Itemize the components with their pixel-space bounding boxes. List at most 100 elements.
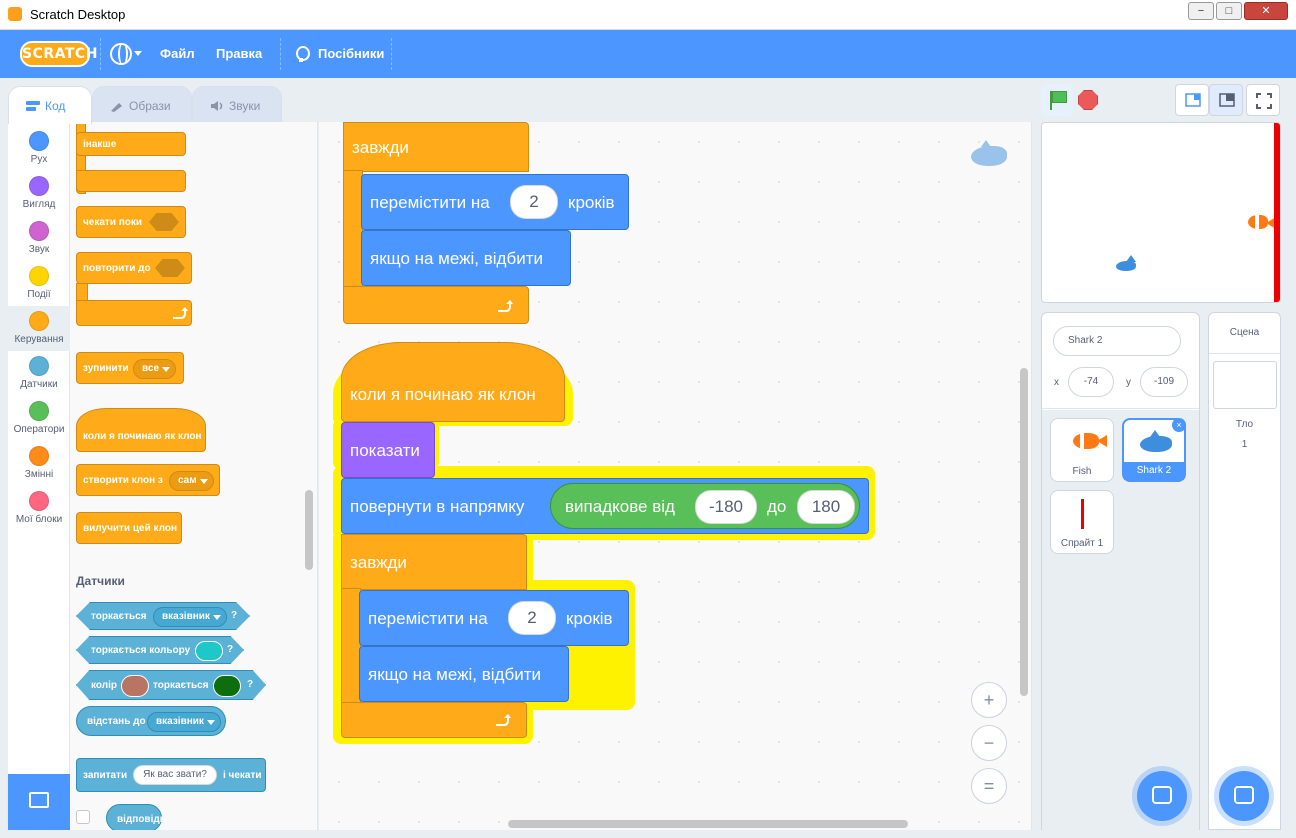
bounce-on-edge-block[interactable]: якщо на межі, відбити — [361, 230, 571, 286]
stage-canvas[interactable] — [1041, 122, 1281, 303]
forever-block-arm[interactable] — [341, 588, 361, 704]
sprite-y-input[interactable]: -109 — [1140, 367, 1188, 397]
random-from-input[interactable]: -180 — [695, 490, 757, 524]
shark-sprite[interactable] — [1116, 255, 1136, 271]
file-menu[interactable]: Файл — [160, 30, 195, 78]
color-touching-color-block[interactable]: колір торкається ? — [76, 670, 266, 700]
bounce-on-edge-block[interactable]: якщо на межі, відбити — [359, 646, 569, 702]
forever-block-top[interactable]: завжди — [341, 534, 527, 590]
choose-sprite-button[interactable] — [1137, 771, 1187, 821]
close-button[interactable]: ✕ — [1244, 2, 1288, 20]
normal-stage-button[interactable] — [1209, 84, 1243, 116]
forever-block-top[interactable]: завжди — [343, 122, 529, 172]
distance-to-label: відстань до — [87, 716, 146, 727]
repeat-until-bottom[interactable] — [76, 300, 192, 326]
scratch-logo[interactable]: SCRATCH — [20, 41, 97, 67]
category-label: Змінні — [24, 469, 54, 480]
show-block[interactable]: показати — [341, 422, 435, 478]
category-item[interactable]: Датчики — [8, 351, 70, 396]
fullscreen-button[interactable] — [1246, 84, 1280, 116]
edit-menu[interactable]: Правка — [216, 30, 262, 78]
category-item[interactable]: Звук — [8, 216, 70, 261]
bounce-label: якщо на межі, відбити — [370, 249, 543, 268]
pick-random-block[interactable]: випадкове від -180 до 180 — [550, 483, 860, 529]
boolean-slot[interactable] — [149, 213, 179, 231]
sprite-name-input[interactable]: Shark 2 — [1053, 326, 1181, 356]
maximize-button[interactable]: □ — [1216, 2, 1242, 20]
delete-clone-label: вилучити цей клон — [83, 523, 177, 534]
green-flag-icon[interactable] — [1041, 84, 1073, 116]
ask-and-wait-block[interactable]: запитати Як вас звати? і чекати — [76, 758, 266, 792]
zoom-reset-button[interactable]: = — [971, 768, 1007, 804]
zoom-out-button[interactable]: − — [971, 725, 1007, 761]
zoom-in-button[interactable]: + — [971, 682, 1007, 718]
stop-block[interactable]: зупинити все — [76, 352, 184, 384]
stage-selector[interactable]: Сцена Тло 1 — [1208, 312, 1281, 830]
clone-option-dropdown[interactable]: сам — [169, 471, 214, 491]
tab-sounds[interactable]: Звуки — [192, 86, 282, 124]
wait-until-block[interactable]: чекати поки — [76, 206, 186, 238]
touching-color-block[interactable]: торкається кольору ? — [76, 636, 244, 664]
touching-block[interactable]: торкається вказівник ? — [76, 602, 250, 630]
category-item[interactable]: Рух — [8, 126, 70, 171]
add-extension-button[interactable] — [8, 774, 70, 830]
category-item[interactable]: Оператори — [8, 396, 70, 441]
point-in-direction-block[interactable]: повернути в напрямку випадкове від -180 … — [341, 478, 869, 534]
delete-sprite-icon[interactable]: × — [1172, 418, 1186, 432]
sprite-x-input[interactable]: -74 — [1068, 367, 1114, 397]
tab-sounds-label: Звуки — [229, 99, 261, 113]
category-item[interactable]: Мої блоки — [8, 486, 70, 531]
steps-label: кроків — [568, 193, 615, 212]
move-steps-input[interactable]: 2 — [508, 601, 556, 635]
speaker-icon — [211, 101, 223, 111]
workspace-horizontal-scrollbar[interactable] — [508, 820, 908, 828]
tab-code[interactable]: Код — [8, 86, 92, 124]
move-steps-block[interactable]: перемістити на 2 кроків — [361, 174, 629, 230]
random-to-input[interactable]: 180 — [797, 490, 855, 524]
stop-icon[interactable] — [1078, 90, 1098, 110]
small-stage-button[interactable] — [1175, 84, 1209, 116]
distance-option-dropdown[interactable]: вказівник — [147, 712, 221, 732]
when-i-start-as-clone-block[interactable]: коли я починаю як клон — [76, 408, 206, 452]
code-workspace[interactable]: завжди перемістити на 2 кроків якщо на м… — [319, 122, 1032, 830]
distance-to-block[interactable]: відстань до вказівник — [76, 706, 226, 736]
fish-sprite[interactable] — [1248, 215, 1276, 231]
touching-option-dropdown[interactable]: вказівник — [153, 607, 227, 627]
category-item[interactable]: Вигляд — [8, 171, 70, 216]
answer-block[interactable]: відповідь — [106, 804, 166, 830]
color-swatch[interactable] — [213, 675, 241, 697]
create-clone-block[interactable]: створити клон з сам — [76, 464, 220, 496]
category-item[interactable]: Змінні — [8, 441, 70, 486]
choose-backdrop-button[interactable] — [1219, 771, 1269, 821]
color-swatch[interactable] — [121, 675, 149, 697]
forever-label: завжди — [352, 138, 409, 157]
tab-costumes[interactable]: Образи — [92, 86, 192, 124]
tutorials-menu[interactable]: Посібники — [318, 30, 384, 78]
move-steps-input[interactable]: 2 — [510, 185, 558, 219]
palette-scrollbar[interactable] — [305, 490, 313, 570]
language-globe-icon[interactable] — [110, 43, 132, 65]
forever-block-bottom[interactable] — [343, 286, 529, 324]
category-item[interactable]: Керування — [8, 306, 70, 351]
delete-clone-block[interactable]: вилучити цей клон — [76, 512, 182, 544]
if-else-block-middle[interactable]: інакше — [76, 132, 186, 156]
sprite-tile-shark-2[interactable]: × Shark 2 — [1122, 418, 1186, 482]
color-swatch[interactable] — [195, 641, 223, 661]
boolean-slot[interactable] — [155, 259, 185, 277]
minimize-button[interactable]: − — [1188, 2, 1214, 20]
stop-option-dropdown[interactable]: все — [133, 359, 177, 379]
workspace-vertical-scrollbar[interactable] — [1020, 368, 1028, 696]
sprite-tile-sprite-1[interactable]: Спрайт 1 — [1050, 490, 1114, 554]
forever-block-bottom[interactable] — [341, 702, 527, 738]
if-else-block-bottom[interactable] — [76, 170, 186, 192]
answer-monitor-checkbox[interactable] — [76, 810, 90, 824]
line-sprite[interactable] — [1274, 123, 1280, 302]
repeat-until-block[interactable]: повторити до — [76, 252, 192, 284]
sprite-tile-fish[interactable]: Fish — [1050, 418, 1114, 482]
category-item[interactable]: Події — [8, 261, 70, 306]
move-steps-block[interactable]: перемістити на 2 кроків — [359, 590, 629, 646]
ask-question-input[interactable]: Як вас звати? — [133, 765, 217, 785]
when-i-start-as-clone-hat[interactable]: коли я починаю як клон — [341, 342, 565, 422]
backdrop-thumbnail[interactable] — [1213, 361, 1277, 409]
forever-block-arm[interactable] — [343, 170, 363, 288]
